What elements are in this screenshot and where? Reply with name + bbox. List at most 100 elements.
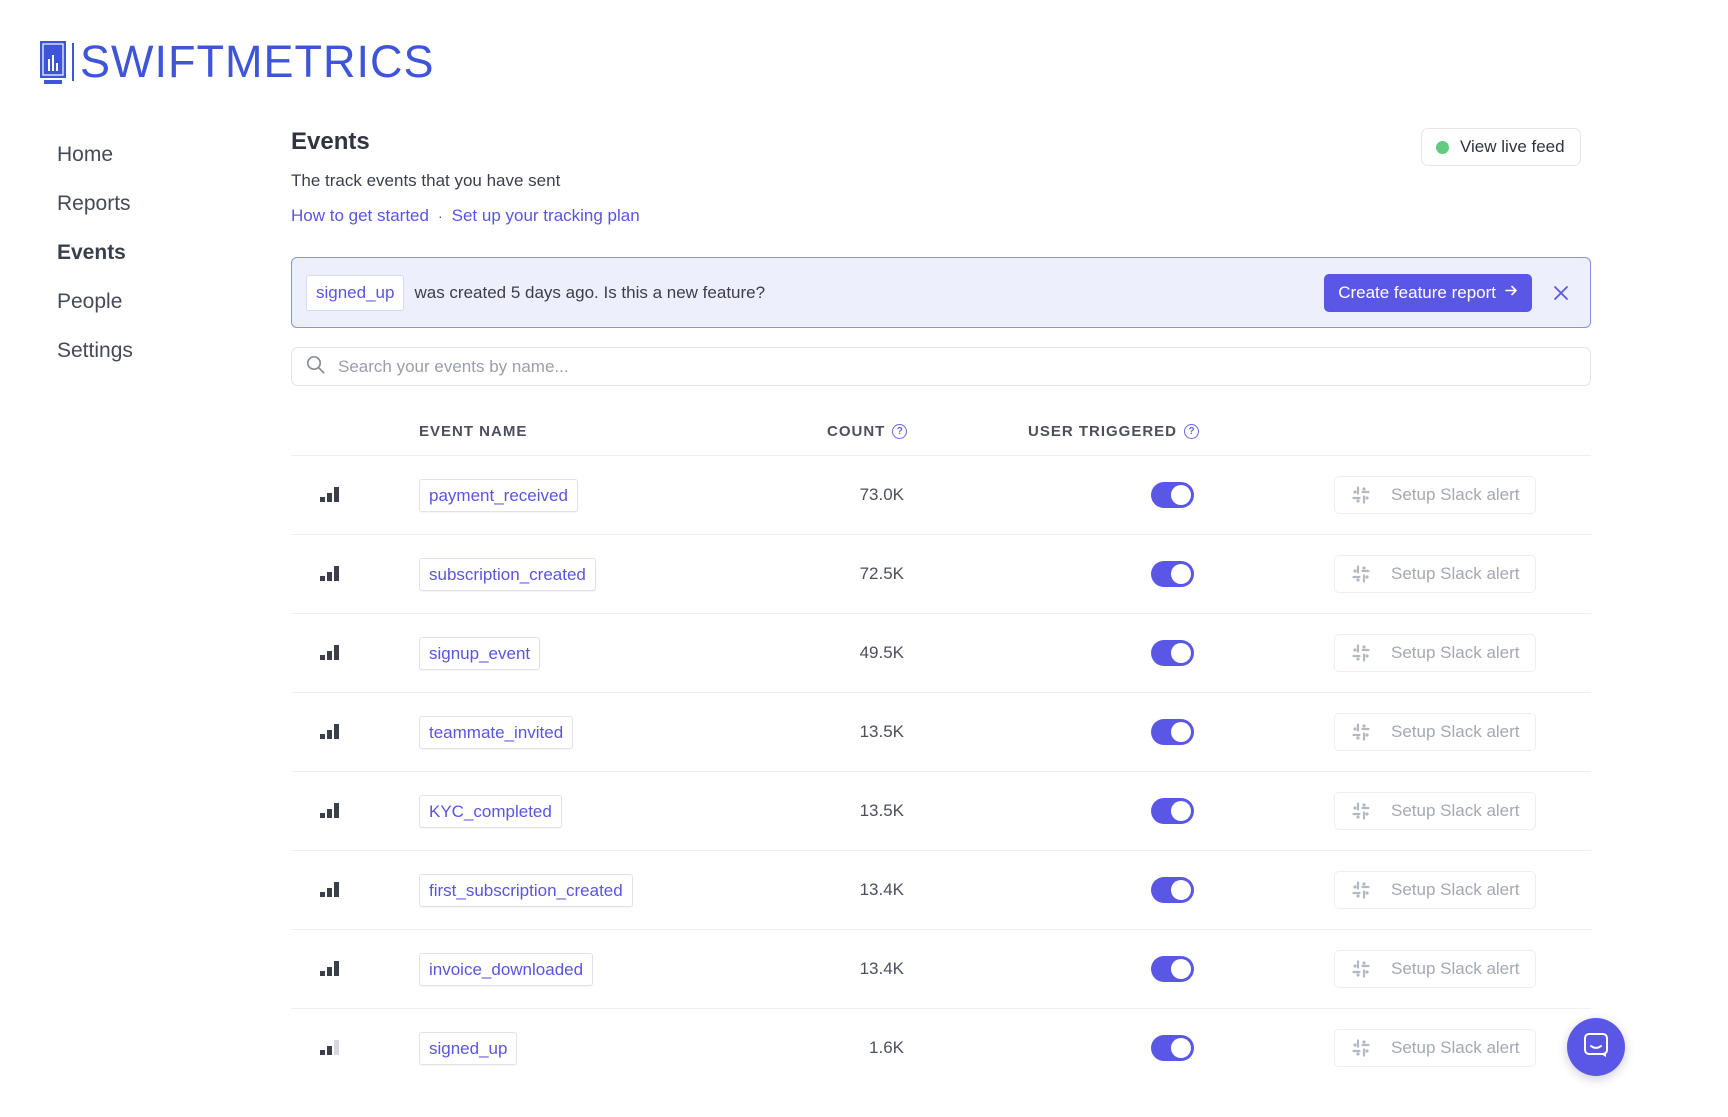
search-input[interactable]: [338, 356, 1538, 377]
main-content: Events The track events that you have se…: [291, 128, 1591, 1067]
slack-icon: [1351, 564, 1381, 584]
user-triggered-toggle[interactable]: [1151, 482, 1194, 508]
event-name-tag[interactable]: first_subscription_created: [419, 874, 633, 907]
help-links: How to get started · Set up your trackin…: [291, 206, 1591, 226]
create-feature-report-label: Create feature report: [1338, 282, 1496, 302]
slack-icon: [1351, 959, 1381, 979]
setup-slack-alert-button[interactable]: Setup Slack alert: [1334, 713, 1536, 751]
sidebar-item-people[interactable]: People: [57, 290, 133, 339]
table-row[interactable]: teammate_invited 13.5K Setup Slack alert: [291, 693, 1591, 772]
slack-icon: [1351, 722, 1381, 742]
slack-icon: [1351, 643, 1381, 663]
view-live-feed-label: View live feed: [1460, 137, 1565, 156]
volume-bar: [327, 888, 332, 897]
chat-icon: [1583, 1032, 1609, 1063]
event-name-tag[interactable]: invoice_downloaded: [419, 953, 594, 986]
volume-bar: [334, 882, 339, 897]
user-triggered-toggle[interactable]: [1151, 640, 1194, 666]
volume-bar: [334, 961, 339, 976]
user-triggered-toggle[interactable]: [1151, 1035, 1194, 1061]
event-count: 1.6K: [869, 1038, 904, 1057]
setup-slack-alert-button[interactable]: Setup Slack alert: [1334, 634, 1536, 672]
table-row[interactable]: signed_up 1.6K Setup Slack alert: [291, 1009, 1591, 1088]
tracking-plan-link[interactable]: Set up your tracking plan: [452, 206, 640, 226]
volume-bar: [327, 572, 332, 581]
event-count: 13.4K: [859, 959, 904, 978]
event-count: 49.5K: [859, 643, 904, 662]
volume-bar: [327, 730, 332, 739]
table-header: EVENT NAME COUNT ? USER TRIGGERED ?: [291, 406, 1591, 456]
event-name-tag[interactable]: signup_event: [419, 637, 541, 670]
arrow-right-icon: [1505, 284, 1518, 301]
sidebar-item-reports[interactable]: Reports: [57, 192, 133, 241]
table-row[interactable]: invoice_downloaded 13.4K Setup Slack ale…: [291, 930, 1591, 1009]
new-feature-banner: signed_up was created 5 days ago. Is thi…: [291, 257, 1591, 328]
setup-slack-alert-button[interactable]: Setup Slack alert: [1334, 555, 1536, 593]
volume-bar: [334, 487, 339, 502]
table-row[interactable]: subscription_created 72.5K Setup Slack a…: [291, 535, 1591, 614]
sidebar-item-settings[interactable]: Settings: [57, 339, 133, 388]
user-triggered-toggle[interactable]: [1151, 719, 1194, 745]
how-to-get-started-link[interactable]: How to get started: [291, 206, 429, 226]
volume-bars-icon: [320, 961, 341, 976]
volume-bar: [320, 813, 325, 818]
help-icon[interactable]: ?: [1184, 424, 1200, 439]
column-header-user-triggered: USER TRIGGERED ?: [1028, 423, 1200, 440]
event-name-tag[interactable]: teammate_invited: [419, 716, 574, 749]
page-title: Events: [291, 128, 370, 155]
app-name: SWIFTMETRICS: [80, 36, 435, 87]
table-row[interactable]: KYC_completed 13.5K Setup Slack alert: [291, 772, 1591, 851]
setup-slack-alert-button[interactable]: Setup Slack alert: [1334, 476, 1536, 514]
volume-bar: [320, 655, 325, 660]
column-header-event-name: EVENT NAME: [419, 423, 528, 440]
table-row[interactable]: first_subscription_created 13.4K Setup S…: [291, 851, 1591, 930]
volume-bar: [320, 971, 325, 976]
event-name-tag[interactable]: KYC_completed: [419, 795, 562, 828]
volume-bars-icon: [320, 487, 341, 502]
events-table-body: payment_received 73.0K Setup Slack alert…: [291, 456, 1591, 1088]
logo-divider: [72, 43, 74, 81]
app-logo[interactable]: SWIFTMETRICS: [40, 36, 434, 87]
user-triggered-toggle[interactable]: [1151, 877, 1194, 903]
page-subtitle: The track events that you have sent: [291, 171, 561, 190]
volume-bar: [320, 497, 325, 502]
search-bar: [291, 347, 1591, 386]
banner-event-tag[interactable]: signed_up: [306, 274, 405, 311]
setup-slack-alert-button[interactable]: Setup Slack alert: [1334, 1029, 1536, 1067]
event-name-tag[interactable]: subscription_created: [419, 558, 596, 591]
volume-bars-icon: [320, 1040, 341, 1055]
volume-bar: [327, 967, 332, 976]
volume-bar: [334, 1040, 339, 1055]
create-feature-report-button[interactable]: Create feature report: [1324, 273, 1532, 312]
event-name-tag[interactable]: payment_received: [419, 479, 578, 512]
table-row[interactable]: signup_event 49.5K Setup Slack alert: [291, 614, 1591, 693]
close-icon[interactable]: [1546, 278, 1576, 308]
volume-bar: [334, 803, 339, 818]
user-triggered-toggle[interactable]: [1151, 956, 1194, 982]
volume-bar: [327, 493, 332, 502]
volume-bars-icon: [320, 724, 341, 739]
setup-slack-alert-button[interactable]: Setup Slack alert: [1334, 792, 1536, 830]
volume-bars-icon: [320, 803, 341, 818]
setup-slack-alert-button[interactable]: Setup Slack alert: [1334, 950, 1536, 988]
sidebar-item-home[interactable]: Home: [57, 143, 133, 192]
user-triggered-toggle[interactable]: [1151, 561, 1194, 587]
sidebar-item-events[interactable]: Events: [57, 241, 133, 290]
search-icon: [306, 355, 325, 379]
user-triggered-toggle[interactable]: [1151, 798, 1194, 824]
logo-icon: [40, 40, 66, 84]
volume-bars-icon: [320, 882, 341, 897]
setup-slack-alert-button[interactable]: Setup Slack alert: [1334, 871, 1536, 909]
volume-bar: [327, 651, 332, 660]
volume-bars-icon: [320, 645, 341, 660]
table-row[interactable]: payment_received 73.0K Setup Slack alert: [291, 456, 1591, 535]
column-header-count: COUNT ?: [827, 423, 908, 440]
view-live-feed-button[interactable]: View live feed: [1421, 128, 1581, 166]
event-count: 73.0K: [859, 485, 904, 504]
event-name-tag[interactable]: signed_up: [419, 1032, 518, 1065]
chat-widget-button[interactable]: [1567, 1018, 1625, 1076]
link-separator: ·: [437, 208, 443, 224]
help-icon[interactable]: ?: [892, 424, 908, 439]
banner-message: was created 5 days ago. Is this a new fe…: [414, 282, 766, 302]
live-status-dot: [1436, 140, 1449, 154]
